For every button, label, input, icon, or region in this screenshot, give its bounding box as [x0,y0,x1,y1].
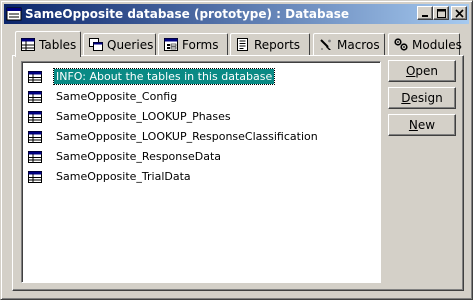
tab-tables[interactable]: Tables [15,31,81,57]
window-title: SameOpposite database (prototype) : Data… [25,7,349,21]
table-icon [28,90,42,103]
table-icon [28,70,42,83]
tables-panel: INFO: About the tables in this database … [12,55,464,291]
database-window: SameOpposite database (prototype) : Data… [0,0,473,300]
object-tabs: Tables Queries Forms Reports Macros Modu… [15,31,462,57]
open-button-accel: O [405,64,416,78]
table-icon [28,150,42,163]
minimize-icon [422,15,428,17]
close-button[interactable] [451,6,467,20]
list-item[interactable]: SameOpposite_LOOKUP_ResponseClassificati… [28,128,320,145]
query-icon [89,38,103,51]
list-item-label: SameOpposite_ResponseData [56,150,222,163]
list-item[interactable]: SameOpposite_Config [28,88,179,105]
list-item-label: INFO: About the tables in this database [52,68,276,85]
list-item[interactable]: SameOpposite_TrialData [28,168,193,185]
tab-modules[interactable]: Modules [388,33,462,55]
form-icon [164,38,178,51]
table-icon [28,110,42,123]
database-window-icon[interactable] [6,6,22,22]
table-icon [28,170,42,183]
tab-macros[interactable]: Macros [313,33,385,55]
new-button-accel: N [408,118,418,132]
new-button-rest: ew [417,118,436,132]
new-button[interactable]: New [388,114,456,136]
list-item[interactable]: SameOpposite_LOOKUP_Phases [28,108,233,125]
maximize-icon [437,9,446,18]
report-icon [236,38,250,51]
table-icon [28,130,42,143]
tab-modules-label: Modules [412,37,462,52]
design-button[interactable]: Design [388,87,456,109]
tab-forms-label: Forms [182,37,219,52]
title-bar[interactable]: SameOpposite database (prototype) : Data… [4,4,469,24]
tab-macros-label: Macros [337,37,380,52]
design-button-accel: D [401,91,411,105]
tab-tables-label: Tables [39,37,77,52]
module-icon [394,38,408,51]
maximize-button[interactable] [433,6,449,20]
list-item[interactable]: INFO: About the tables in this database [28,68,276,85]
open-button-rest: pen [415,64,439,78]
tab-queries[interactable]: Queries [83,33,156,55]
tab-reports-label: Reports [254,37,301,52]
minimize-button[interactable] [417,6,433,20]
close-icon [455,9,464,18]
tab-forms[interactable]: Forms [158,33,228,55]
list-item-label: SameOpposite_LOOKUP_ResponseClassificati… [56,130,318,143]
list-item-label: SameOpposite_LOOKUP_Phases [56,110,231,123]
list-item-label: SameOpposite_TrialData [56,170,191,183]
list-item-label: SameOpposite_Config [56,90,178,103]
table-icon [21,38,35,51]
tables-list[interactable]: INFO: About the tables in this database … [21,61,381,283]
open-button[interactable]: Open [388,60,456,82]
design-button-rest: esign [410,91,443,105]
macro-icon [319,38,333,51]
list-item[interactable]: SameOpposite_ResponseData [28,148,223,165]
tab-reports[interactable]: Reports [230,33,310,55]
tab-queries-label: Queries [107,37,154,52]
